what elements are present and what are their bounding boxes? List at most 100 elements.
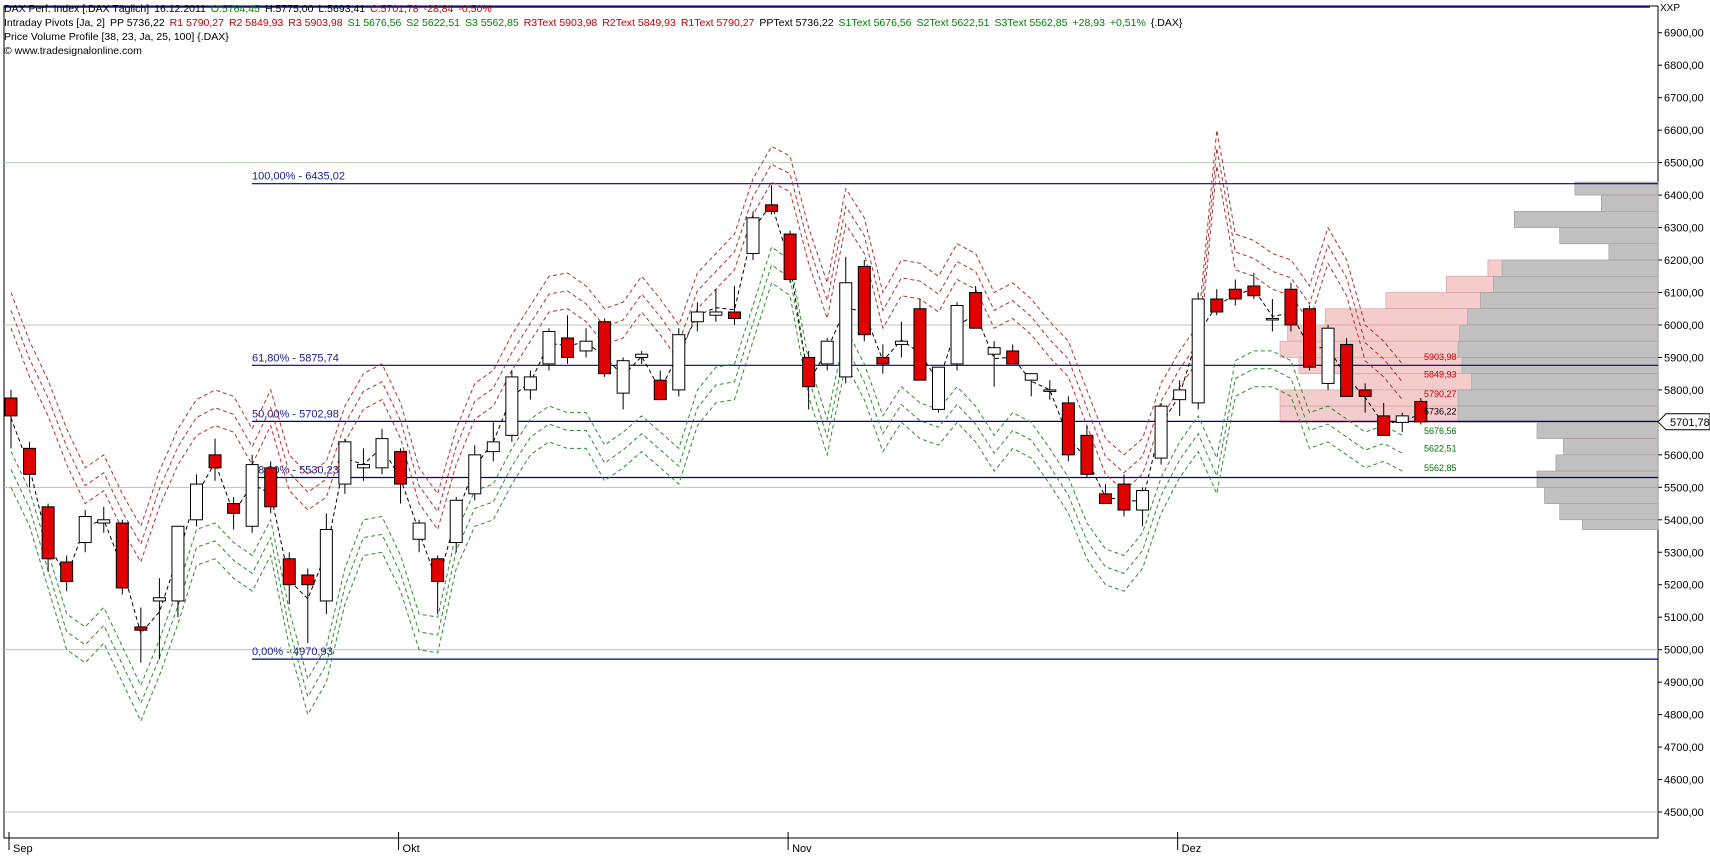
candle-body (1395, 415, 1409, 423)
candle-body (449, 499, 463, 544)
pivot-pp: PP 5736,22 (109, 17, 165, 29)
candle-body (1043, 389, 1057, 392)
candle-body (1117, 483, 1131, 511)
candle-body (1377, 415, 1391, 436)
pivot-s2text: S2Text 5622,51 (916, 17, 990, 29)
candle-body (468, 454, 482, 495)
volume-profile-core-bar (1457, 405, 1659, 423)
high-value: H:5775,00 (264, 3, 314, 15)
candle-body (1265, 317, 1279, 321)
candle-body (672, 334, 686, 391)
header-line-2: Intraday Pivots [Ja, 2] PP 5736,22 R1 5790… (4, 17, 1187, 30)
pivot-pptext: PPText 5736,22 (759, 17, 834, 29)
candle-body (1173, 389, 1187, 401)
y-axis-tick-label: 6000,00 (1664, 320, 1704, 332)
candle-body (431, 558, 445, 582)
candle-body (41, 506, 55, 560)
pivot-r2: R2 5849,93 (228, 17, 284, 29)
candle-body (635, 353, 649, 358)
candle-body (542, 330, 556, 365)
pivot-symbol: {.DAX} (1150, 17, 1183, 29)
candle-body (171, 525, 185, 602)
x-axis-tick-label: Sep (13, 843, 33, 855)
open-value: O:5764,45 (210, 3, 260, 15)
pivot-s3: S3 5562,85 (465, 17, 519, 29)
price-chart[interactable]: 4500,00 4600,00 4700,00 4800,00 4900,00 5000,… (0, 0, 1710, 861)
pivot-s1text: S1Text 5676,56 (838, 17, 912, 29)
corner-label: XXP (1660, 3, 1681, 14)
candle-body (616, 360, 630, 394)
candle-body (653, 379, 667, 401)
candle-body (839, 282, 853, 378)
candle-body (1340, 343, 1354, 397)
candle-body (690, 311, 704, 323)
quote-date: 16.12.2011 (154, 3, 206, 15)
volume-profile-core-bar (1536, 422, 1659, 439)
candle-body (356, 464, 370, 469)
candle-body (375, 438, 389, 469)
candle-body (746, 217, 760, 255)
candle-body (950, 304, 964, 365)
y-axis-tick-label: 5300,00 (1664, 547, 1704, 559)
candle-body (783, 233, 797, 281)
candle-body (505, 376, 519, 436)
y-axis-tick-label: 5800,00 (1664, 385, 1704, 397)
x-axis-tick-label: Dez (1182, 843, 1202, 855)
candle-body (60, 561, 74, 582)
pivot-r2text: R2Text 5849,93 (602, 17, 676, 29)
candle-body (301, 574, 315, 586)
last-price-label: 5701,78 (1670, 417, 1710, 429)
candle-body (932, 366, 945, 410)
candle-body (1024, 373, 1038, 381)
volume-profile-core-bar (1536, 470, 1659, 488)
candle-body (913, 308, 927, 381)
candle-body (987, 347, 1001, 355)
y-axis-tick-label: 6600,00 (1664, 125, 1704, 137)
candle-body (23, 447, 37, 475)
candle-body (765, 204, 779, 212)
y-axis-tick-label: 6300,00 (1664, 223, 1704, 235)
volume-profile-core-bar (1544, 487, 1659, 504)
pivot-value-label: 5562,85 (1424, 463, 1457, 473)
pivot-diff-percent: +0,51% (1109, 17, 1146, 29)
pivot-value-label: 5676,56 (1424, 426, 1457, 436)
fib-level-label: 61,80% - 5875,74 (252, 352, 339, 364)
candle-body (969, 291, 983, 329)
y-axis-tick-label: 4600,00 (1664, 775, 1704, 787)
y-axis-tick-label: 5200,00 (1664, 580, 1704, 592)
y-axis-tick-label: 5000,00 (1664, 645, 1704, 657)
pivot-value-label: 5903,98 (1424, 352, 1457, 362)
candle-body (319, 529, 333, 602)
candle-body (1247, 285, 1261, 297)
candle-body (486, 441, 500, 453)
candle-body (1098, 493, 1112, 505)
header-line-4: © www.tradesignalonline.com (4, 45, 142, 57)
volume-profile-core-bar (1501, 259, 1659, 277)
change-percent: -0,50% (458, 3, 492, 15)
y-axis-tick-label: 4800,00 (1664, 710, 1704, 722)
low-value: L:5693,41 (318, 3, 366, 15)
y-axis-tick-label: 6500,00 (1664, 158, 1704, 170)
candle-body (876, 356, 890, 365)
candle-body (1136, 490, 1150, 511)
pivot-value-label: 5790,27 (1424, 389, 1457, 399)
candle-body (1154, 405, 1168, 459)
pivot-s3text: S3Text 5562,85 (994, 17, 1068, 29)
pivot-r1: R1 5790,27 (169, 17, 224, 29)
pivot-indicator-name: Intraday Pivots [Ja, 2] (4, 17, 105, 29)
y-axis-tick-label: 5100,00 (1664, 612, 1704, 624)
y-axis-tick-label: 6200,00 (1664, 255, 1704, 267)
candle-body (561, 337, 574, 358)
candle-body (579, 340, 593, 352)
candle-body (1284, 288, 1298, 326)
y-axis-tick-label: 6100,00 (1664, 287, 1704, 299)
y-axis-tick-label: 6800,00 (1664, 60, 1704, 72)
volume-profile-core-bar (1471, 373, 1659, 391)
x-axis-tick-label: Okt (403, 843, 420, 855)
y-axis-tick-label: 6900,00 (1664, 28, 1704, 40)
header-line-3: Price Volume Profile [38, 23, Ja, 25, 10… (4, 31, 229, 43)
candle-body (4, 397, 18, 417)
volume-profile-core-bar (1459, 324, 1659, 342)
volume-profile-core-bar (1563, 438, 1659, 456)
pivot-diff: +28,93 (1072, 17, 1105, 29)
